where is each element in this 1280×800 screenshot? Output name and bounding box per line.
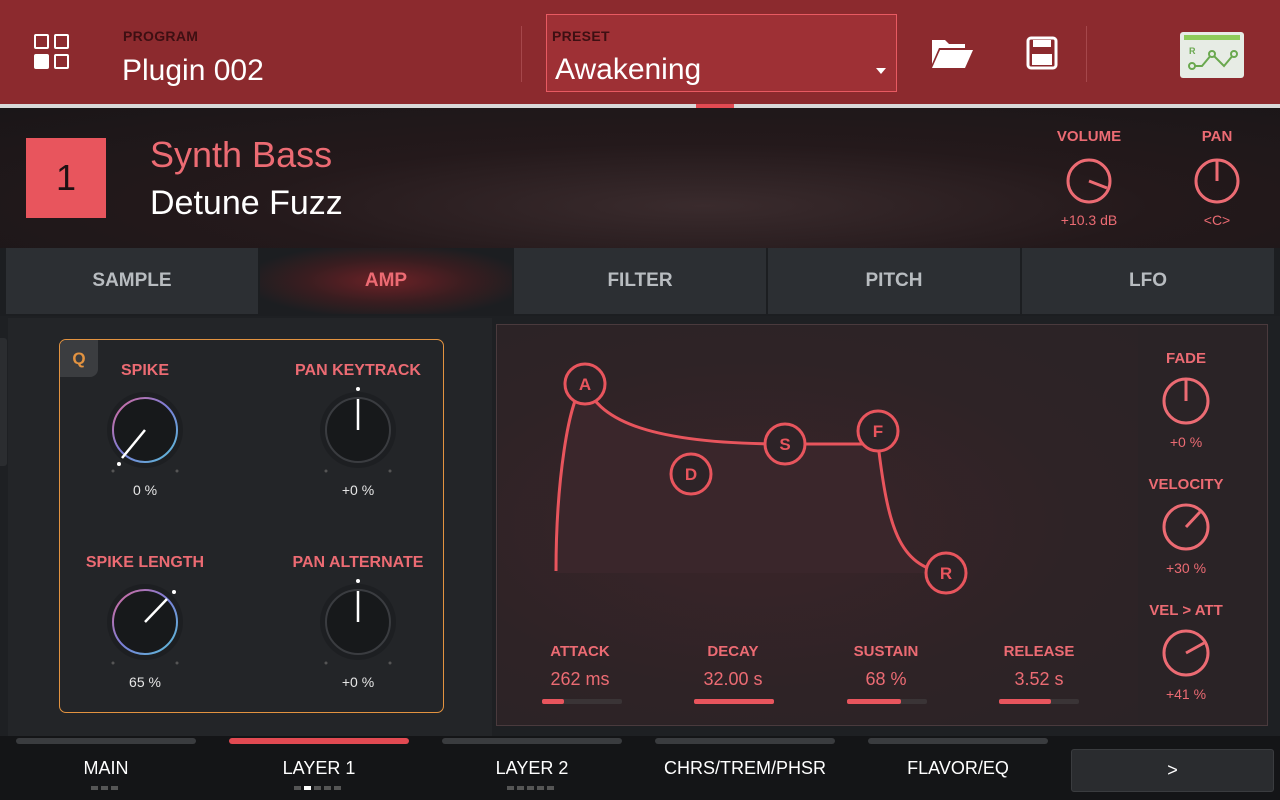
volume-label: VOLUME bbox=[1056, 128, 1122, 145]
sustain-slider-fill bbox=[847, 699, 902, 704]
automation-button[interactable]: R bbox=[1180, 32, 1244, 78]
release-label: RELEASE bbox=[1003, 643, 1075, 660]
attack-label: ATTACK bbox=[550, 643, 610, 660]
vel-att-value: +41 % bbox=[1165, 686, 1207, 702]
tab-lfo[interactable]: LFO bbox=[1022, 248, 1274, 314]
sustain-label: SUSTAIN bbox=[853, 643, 919, 660]
next-page-button[interactable]: > bbox=[1071, 749, 1274, 792]
preset-selector[interactable]: PRESET Awakening bbox=[546, 14, 897, 92]
envelope-node-sustain[interactable]: S bbox=[763, 422, 807, 466]
svg-text:R: R bbox=[1189, 46, 1196, 56]
pan-alternate-value: +0 % bbox=[341, 674, 375, 690]
nav-indicator-active bbox=[229, 738, 409, 744]
nav-indicator bbox=[655, 738, 835, 744]
tab-pitch[interactable]: PITCH bbox=[768, 248, 1020, 314]
nav-indicator bbox=[868, 738, 1048, 744]
nav-chrs-trem-phsr[interactable]: CHRS/TREM/PHSR bbox=[655, 758, 835, 779]
spike-length-knob[interactable] bbox=[100, 577, 190, 667]
envelope-graph[interactable]: A D S F R bbox=[498, 326, 1018, 606]
vel-att-knob[interactable] bbox=[1161, 628, 1211, 678]
chevron-down-icon bbox=[876, 68, 886, 74]
grid-menu-icon[interactable] bbox=[34, 34, 70, 70]
release-value[interactable]: 3.52 s bbox=[989, 669, 1089, 690]
nav-indicator bbox=[442, 738, 622, 744]
program-label: PROGRAM bbox=[123, 28, 199, 44]
header-divider bbox=[1086, 26, 1087, 82]
nav-indicator bbox=[16, 738, 196, 744]
attack-slider-fill bbox=[542, 699, 564, 704]
tab-amp[interactable]: AMP bbox=[260, 248, 512, 314]
tab-sample[interactable]: SAMPLE bbox=[6, 248, 258, 314]
pan-keytrack-label: PAN KEYTRACK bbox=[295, 362, 421, 379]
envelope-node-attack[interactable]: A bbox=[563, 362, 607, 406]
layer-number-badge[interactable]: 1 bbox=[26, 138, 106, 218]
release-slider-fill bbox=[999, 699, 1051, 704]
page-dots bbox=[294, 786, 341, 790]
envelope-node-sustain-label: S bbox=[779, 435, 790, 454]
spike-knob[interactable] bbox=[100, 385, 190, 475]
program-name[interactable]: Plugin 002 bbox=[122, 54, 264, 88]
header-divider bbox=[521, 26, 522, 82]
save-disk-icon[interactable] bbox=[1026, 36, 1058, 70]
pan-label: PAN bbox=[1201, 128, 1233, 145]
pan-knob[interactable] bbox=[1192, 156, 1242, 206]
velocity-label: VELOCITY bbox=[1148, 476, 1224, 493]
pan-alternate-label: PAN ALTERNATE bbox=[292, 554, 424, 571]
preset-label: PRESET bbox=[552, 28, 610, 44]
decay-label: DECAY bbox=[707, 643, 759, 660]
preset-name: Awakening bbox=[555, 53, 702, 86]
automation-icon: R bbox=[1188, 46, 1238, 70]
nav-main[interactable]: MAIN bbox=[16, 758, 196, 779]
envelope-node-decay-label: D bbox=[685, 465, 697, 484]
spike-label: SPIKE bbox=[120, 362, 169, 379]
sustain-slider[interactable] bbox=[847, 699, 927, 704]
velocity-knob[interactable] bbox=[1161, 502, 1211, 552]
spike-length-value: 65 % bbox=[129, 674, 161, 690]
layer-name: Detune Fuzz bbox=[150, 184, 343, 222]
pan-value: <C> bbox=[1203, 212, 1231, 228]
nav-flavor-eq[interactable]: FLAVOR/EQ bbox=[868, 758, 1048, 779]
attack-slider[interactable] bbox=[542, 699, 622, 704]
nav-layer-1[interactable]: LAYER 1 bbox=[229, 758, 409, 779]
vel-att-label: VEL > ATT bbox=[1149, 602, 1223, 619]
attack-value[interactable]: 262 ms bbox=[530, 669, 630, 690]
envelope-node-fade[interactable]: F bbox=[856, 409, 900, 453]
fade-knob[interactable] bbox=[1161, 376, 1211, 426]
nav-layer-2[interactable]: LAYER 2 bbox=[442, 758, 622, 779]
sustain-value[interactable]: 68 % bbox=[836, 669, 936, 690]
decay-value[interactable]: 32.00 s bbox=[683, 669, 783, 690]
side-drawer-handle[interactable] bbox=[0, 338, 7, 466]
envelope-node-fade-label: F bbox=[873, 422, 883, 441]
tab-filter[interactable]: FILTER bbox=[514, 248, 766, 314]
envelope-node-attack-label: A bbox=[579, 375, 591, 394]
decay-slider-fill bbox=[694, 699, 774, 704]
fade-value: +0 % bbox=[1169, 434, 1203, 450]
release-slider[interactable] bbox=[999, 699, 1079, 704]
envelope-node-release-label: R bbox=[940, 564, 952, 583]
volume-knob[interactable] bbox=[1064, 156, 1114, 206]
pan-keytrack-knob[interactable] bbox=[313, 385, 403, 475]
decay-slider[interactable] bbox=[694, 699, 774, 704]
spike-length-label: SPIKE LENGTH bbox=[85, 554, 205, 571]
app-root: PROGRAM Plugin 002 PRESET Awakening R 1 … bbox=[0, 0, 1280, 800]
volume-value: +10.3 dB bbox=[1060, 212, 1118, 228]
fade-label: FADE bbox=[1165, 350, 1206, 367]
envelope-node-release[interactable]: R bbox=[924, 551, 968, 595]
pan-alternate-knob[interactable] bbox=[313, 577, 403, 667]
pan-keytrack-value: +0 % bbox=[341, 482, 375, 498]
page-dots bbox=[91, 786, 118, 790]
folder-open-icon[interactable] bbox=[930, 36, 974, 70]
velocity-value: +30 % bbox=[1165, 560, 1207, 576]
spike-value: 0 % bbox=[132, 482, 158, 498]
page-dots bbox=[507, 786, 554, 790]
layer-category: Synth Bass bbox=[150, 134, 333, 175]
envelope-node-decay[interactable]: D bbox=[669, 452, 713, 496]
